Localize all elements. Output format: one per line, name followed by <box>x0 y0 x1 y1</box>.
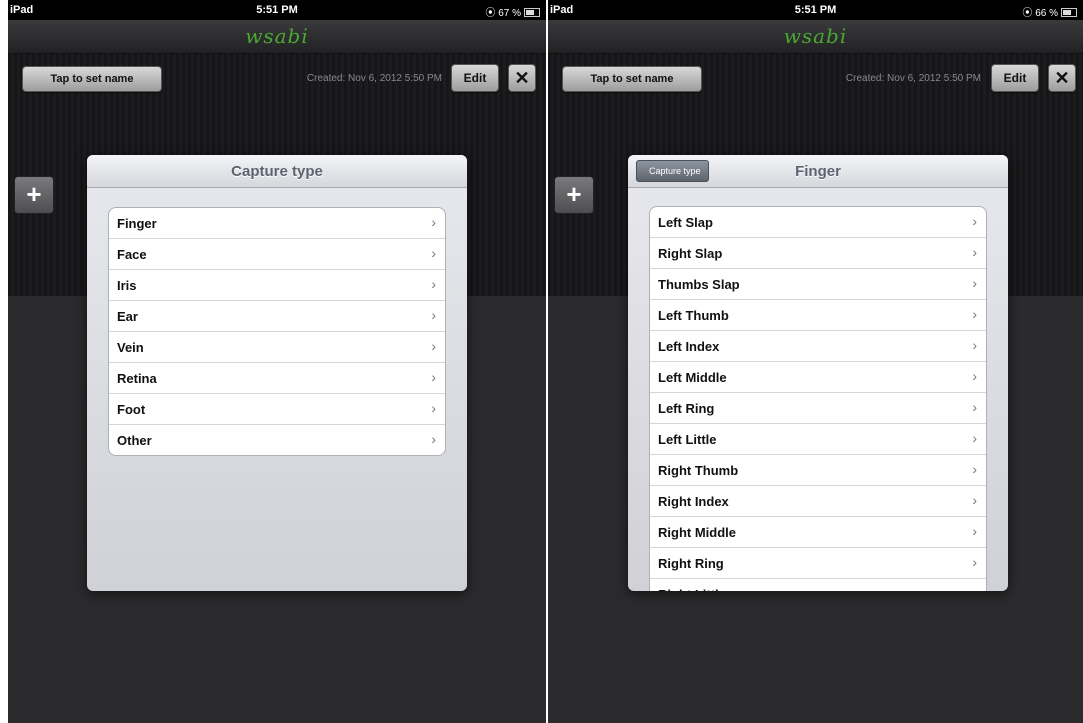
list-item-label: Other <box>117 433 152 448</box>
list-item[interactable]: Right Middle › <box>650 517 986 548</box>
list-item[interactable]: Retina › <box>109 363 445 394</box>
list-item[interactable]: Left Little › <box>650 424 986 455</box>
list-item[interactable]: Left Index › <box>650 331 986 362</box>
list-item[interactable]: Foot › <box>109 394 445 425</box>
list-item-label: Ear <box>117 309 138 324</box>
chevron-right-icon: › <box>972 306 977 322</box>
app-title-bar: wsabi <box>8 20 546 54</box>
edit-button[interactable]: Edit <box>451 64 499 92</box>
chevron-right-icon: › <box>431 214 436 230</box>
list-item-label: Right Thumb <box>658 463 739 478</box>
list-item[interactable]: Right Thumb › <box>650 455 986 486</box>
popover-header: Capture type <box>87 155 467 188</box>
list-item-label: Right Slap <box>658 246 723 261</box>
close-icon[interactable]: ✕ <box>508 64 536 92</box>
list-item-label: Iris <box>117 278 137 293</box>
add-icon[interactable]: + <box>554 176 594 214</box>
list-item-label: Right Index <box>658 494 729 509</box>
popover-header: Capture type Finger <box>628 155 1008 188</box>
list-item[interactable]: Left Thumb › <box>650 300 986 331</box>
list-item[interactable]: Right Little › <box>650 579 986 591</box>
list-item-label: Left Middle <box>658 370 727 385</box>
list-item-label: Right Middle <box>658 525 736 540</box>
chevron-right-icon: › <box>972 368 977 384</box>
orientation-lock-icon: ⦿ <box>1022 8 1033 19</box>
list-item[interactable]: Right Slap › <box>650 238 986 269</box>
list-item[interactable]: Iris › <box>109 270 445 301</box>
list-item[interactable]: Finger › <box>109 208 445 239</box>
created-timestamp: Created: Nov 6, 2012 5:50 PM <box>306 73 442 84</box>
chevron-right-icon: › <box>972 337 977 353</box>
chevron-right-icon: › <box>431 369 436 385</box>
capture-type-popover: Capture type Finger › Face › Iris › Ear › Vein › R… <box>87 155 467 591</box>
set-name-button[interactable]: Tap to set name <box>22 66 162 92</box>
battery-indicator: ⦿ 66 % <box>1022 4 1077 19</box>
orientation-lock-icon: ⦿ <box>485 8 496 19</box>
chevron-right-icon: › <box>972 523 977 539</box>
chevron-right-icon: › <box>972 430 977 446</box>
app-logo: wsabi <box>245 24 309 48</box>
battery-indicator: ⦿ 67 % <box>485 4 540 19</box>
list-item-label: Left Ring <box>658 401 715 416</box>
left-ipad-screen: iPad 5:51 PM ⦿ 67 % wsabi Tap to set nam… <box>8 0 546 723</box>
status-time: 5:51 PM <box>794 4 837 16</box>
list-item[interactable]: Left Middle › <box>650 362 986 393</box>
capture-type-list: Finger › Face › Iris › Ear › Vein › Retina › Foot › Ot… <box>108 207 446 456</box>
status-bar: iPad 5:51 PM ⦿ 67 % <box>8 0 546 20</box>
status-bar: iPad 5:51 PM ⦿ 66 % <box>548 0 1083 20</box>
chevron-right-icon: › <box>972 461 977 477</box>
battery-icon <box>1061 8 1077 17</box>
created-timestamp: Created: Nov 6, 2012 5:50 PM <box>845 73 981 84</box>
chevron-right-icon: › <box>431 400 436 416</box>
list-item[interactable]: Left Ring › <box>650 393 986 424</box>
set-name-button[interactable]: Tap to set name <box>562 66 702 92</box>
popover-title: Capture type <box>231 163 323 180</box>
right-ipad-screen: iPad 5:51 PM ⦿ 66 % wsabi Tap to set nam… <box>548 0 1083 723</box>
list-item-label: Vein <box>117 340 144 355</box>
close-icon[interactable]: ✕ <box>1048 64 1076 92</box>
battery-percent: 66 % <box>1035 8 1058 19</box>
status-time: 5:51 PM <box>256 4 298 16</box>
chevron-right-icon: › <box>431 245 436 261</box>
chevron-right-icon: › <box>972 275 977 291</box>
finger-list: Left Slap › Right Slap › Thumbs Slap › Left Th… <box>649 206 987 591</box>
chevron-right-icon: › <box>431 338 436 354</box>
list-item[interactable]: Left Slap › <box>650 207 986 238</box>
chevron-right-icon: › <box>972 244 977 260</box>
list-item[interactable]: Right Ring › <box>650 548 986 579</box>
list-item[interactable]: Face › <box>109 239 445 270</box>
edit-button[interactable]: Edit <box>991 64 1039 92</box>
list-item-label: Left Index <box>658 339 720 354</box>
app-logo: wsabi <box>783 24 848 48</box>
finger-popover: Capture type Finger Left Slap › Right Slap… <box>628 155 1008 591</box>
chevron-right-icon: › <box>431 431 436 447</box>
chevron-right-icon: › <box>972 554 977 570</box>
chevron-right-icon: › <box>972 585 977 591</box>
battery-percent: 67 % <box>498 8 521 19</box>
battery-icon <box>524 8 540 17</box>
list-item[interactable]: Other › <box>109 425 445 455</box>
list-item-label: Left Little <box>658 432 717 447</box>
list-item[interactable]: Vein › <box>109 332 445 363</box>
list-item[interactable]: Right Index › <box>650 486 986 517</box>
list-item-label: Face <box>117 247 147 262</box>
popover-title: Finger <box>795 163 841 180</box>
chevron-right-icon: › <box>431 307 436 323</box>
list-item[interactable]: Thumbs Slap › <box>650 269 986 300</box>
list-item-label: Retina <box>117 371 157 386</box>
list-item-label: Finger <box>117 216 157 231</box>
add-icon[interactable]: + <box>14 176 54 214</box>
list-item-label: Right Little <box>658 587 726 591</box>
chevron-right-icon: › <box>972 399 977 415</box>
list-item-label: Left Slap <box>658 215 713 230</box>
chevron-right-icon: › <box>431 276 436 292</box>
chevron-right-icon: › <box>972 213 977 229</box>
list-item-label: Right Ring <box>658 556 724 571</box>
list-item-label: Left Thumb <box>658 308 729 323</box>
list-item-label: Foot <box>117 402 146 417</box>
app-title-bar: wsabi <box>548 20 1083 54</box>
list-item-label: Thumbs Slap <box>658 277 740 292</box>
list-item[interactable]: Ear › <box>109 301 445 332</box>
chevron-right-icon: › <box>972 492 977 508</box>
